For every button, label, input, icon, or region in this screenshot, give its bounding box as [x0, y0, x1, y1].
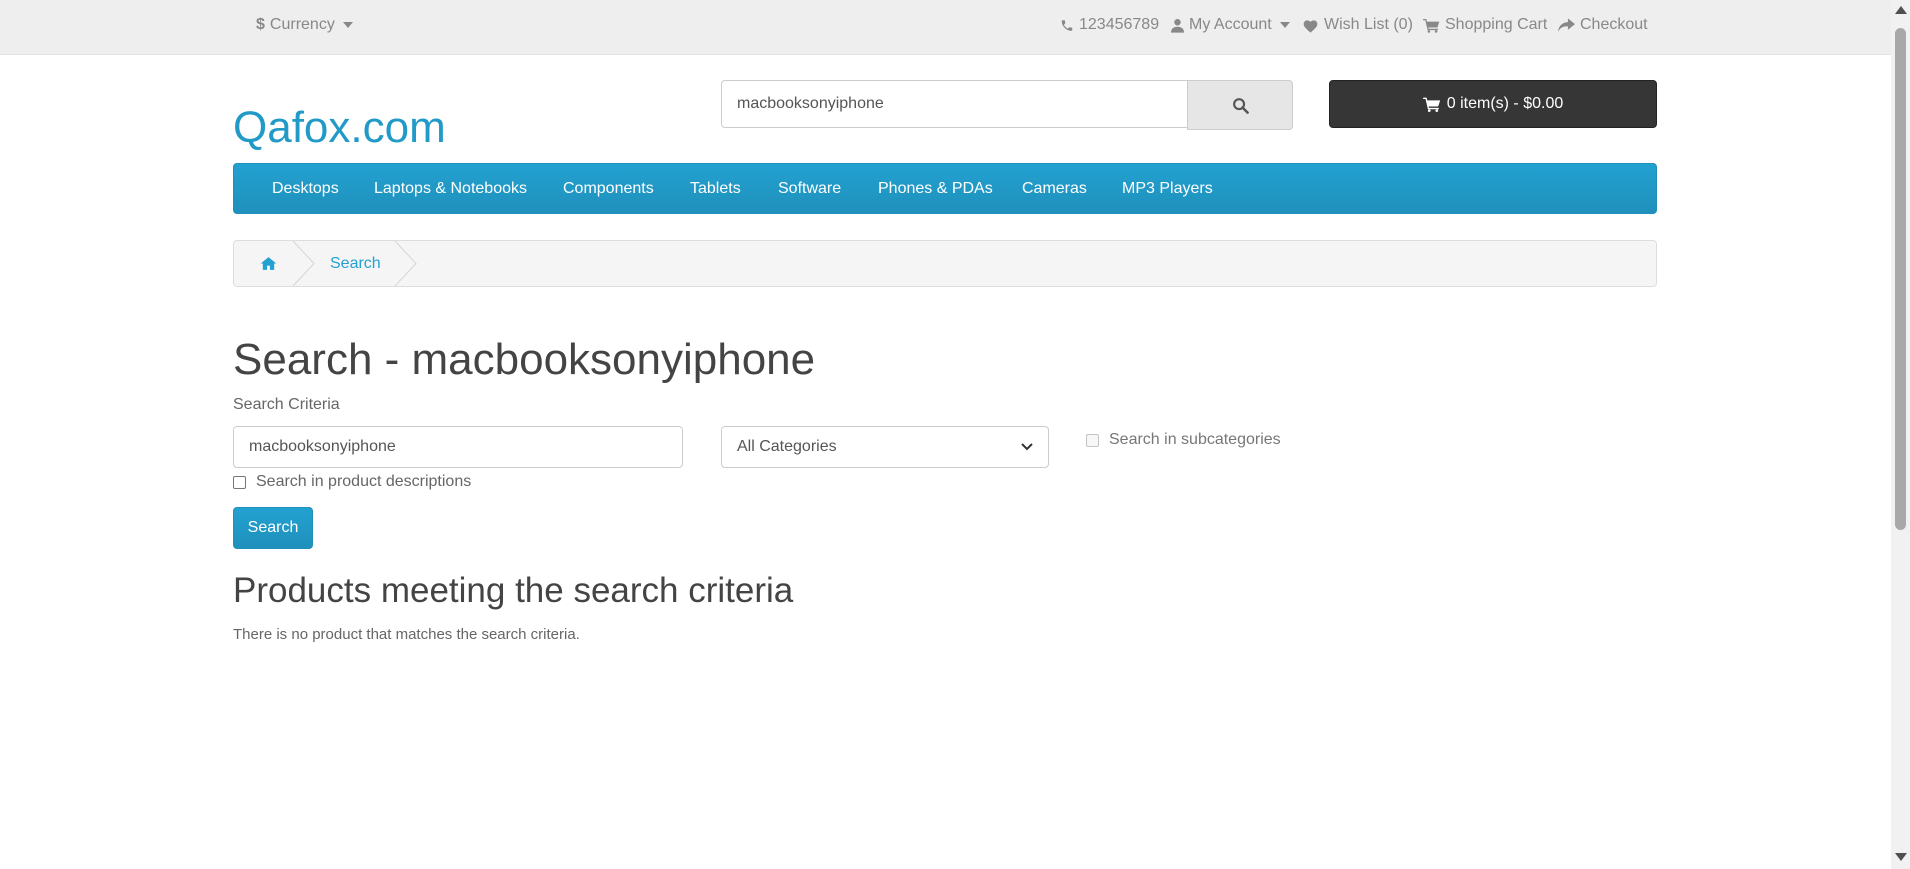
breadcrumb-home[interactable] — [260, 241, 277, 286]
heart-icon — [1303, 19, 1318, 33]
shopping-cart-link[interactable]: Shopping Cart — [1423, 0, 1547, 50]
cart-icon — [1423, 18, 1440, 33]
dollar-symbol: $ — [256, 16, 265, 33]
wish-list-label: Wish List (0) — [1324, 16, 1413, 33]
search-descriptions-option[interactable]: Search in product descriptions — [233, 473, 471, 491]
phone-number: 123456789 — [1079, 16, 1160, 33]
currency-dropdown[interactable]: $ Currency — [256, 0, 353, 50]
menu-item-software[interactable]: Software — [778, 164, 841, 213]
phone-icon — [1061, 19, 1073, 31]
search-criteria-input[interactable] — [233, 426, 683, 468]
wish-list-link[interactable]: Wish List (0) — [1302, 0, 1413, 50]
category-selected-value: All Categories — [737, 438, 837, 455]
breadcrumb-separator — [292, 241, 315, 286]
share-icon — [1558, 17, 1575, 32]
user-icon — [1171, 18, 1184, 33]
breadcrumb: Search — [233, 240, 1657, 287]
search-subcategories-label: Search in subcategories — [1109, 431, 1281, 448]
checkout-label: Checkout — [1580, 16, 1648, 33]
scroll-up-arrow-icon[interactable] — [1895, 6, 1907, 14]
breadcrumb-search[interactable]: Search — [330, 241, 381, 286]
menu-item-mp3-players[interactable]: MP3 Players — [1122, 164, 1213, 213]
scroll-down-arrow-icon[interactable] — [1895, 853, 1907, 861]
my-account-dropdown[interactable]: My Account — [1171, 0, 1290, 50]
my-account-label: My Account — [1189, 16, 1272, 33]
menu-item-components[interactable]: Components — [563, 164, 654, 213]
menu-item-tablets[interactable]: Tablets — [690, 164, 741, 213]
scrollbar-thumb[interactable] — [1895, 28, 1906, 530]
main-menu: Desktops Laptops & Notebooks Components … — [233, 163, 1657, 214]
search-subcategories-checkbox[interactable] — [1086, 433, 1099, 447]
logo-link[interactable]: Qafox.com — [233, 100, 446, 156]
search-icon — [1232, 97, 1249, 114]
menu-item-phones-pdas[interactable]: Phones & PDAs — [878, 164, 993, 213]
search-submit-button[interactable]: Search — [233, 507, 313, 549]
cart-summary-button[interactable]: 0 item(s) - $0.00 — [1329, 80, 1657, 128]
caret-down-icon — [342, 22, 353, 28]
breadcrumb-separator — [394, 241, 417, 286]
menu-item-desktops[interactable]: Desktops — [272, 164, 339, 213]
search-input[interactable] — [721, 80, 1189, 128]
search-descriptions-label: Search in product descriptions — [256, 473, 472, 490]
search-subcategories-option[interactable]: Search in subcategories — [1086, 431, 1281, 449]
shopping-cart-label: Shopping Cart — [1445, 16, 1548, 33]
checkout-link[interactable]: Checkout — [1558, 0, 1648, 50]
phone-link[interactable]: 123456789 — [1060, 0, 1159, 50]
menu-item-cameras[interactable]: Cameras — [1022, 164, 1087, 213]
no-results-message: There is no product that matches the sea… — [233, 626, 580, 643]
cart-icon — [1422, 97, 1440, 112]
search-button[interactable] — [1187, 80, 1293, 130]
cart-summary-label: 0 item(s) - $0.00 — [1446, 95, 1564, 112]
home-icon — [260, 257, 277, 270]
top-bar: $ Currency 123456789 My Account Wish Lis… — [0, 0, 1891, 55]
search-criteria-label: Search Criteria — [233, 396, 340, 413]
header-search — [721, 80, 1293, 130]
vertical-scrollbar[interactable] — [1891, 0, 1910, 869]
category-select[interactable]: All Categories — [721, 426, 1049, 468]
menu-item-laptops-notebooks[interactable]: Laptops & Notebooks — [374, 164, 527, 213]
currency-label: Currency — [269, 16, 335, 33]
page-title: Search - macbooksonyiphone — [233, 335, 816, 384]
chevron-down-icon — [1021, 443, 1033, 451]
caret-down-icon — [1279, 22, 1290, 28]
results-heading: Products meeting the search criteria — [233, 571, 794, 610]
search-descriptions-checkbox[interactable] — [233, 475, 246, 489]
